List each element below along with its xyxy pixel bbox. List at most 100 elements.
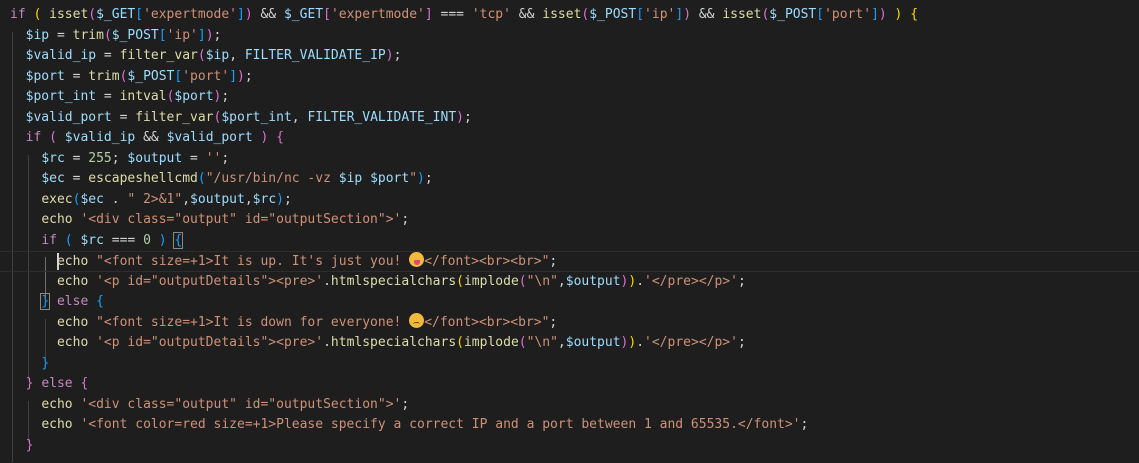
code-token: )	[276, 191, 284, 207]
code-token: {	[173, 231, 184, 249]
code-line[interactable]: echo '<div class="output" id="outputSect…	[0, 395, 1139, 416]
code-token: $output	[565, 335, 621, 350]
code-line[interactable]: if ( isset($_GET['expertmode']) && $_GET…	[0, 5, 1139, 26]
code-token: [	[158, 27, 167, 43]
code-token: ]	[197, 27, 206, 43]
code-line[interactable]: $rc = 255; $output = '';	[0, 149, 1139, 170]
code-token: echo	[56, 254, 89, 269]
code-line[interactable]: $ip = trim($_POST['ip']);	[0, 26, 1139, 47]
code-token: ===	[103, 232, 144, 248]
code-token: =	[96, 89, 120, 104]
code-token: .	[636, 335, 645, 350]
code-token: =	[64, 150, 89, 166]
code-token: if	[25, 130, 42, 145]
code-token: (	[456, 273, 464, 289]
code-token: =	[49, 27, 73, 43]
code-token: else	[41, 376, 73, 391]
code-line[interactable]: }	[0, 354, 1139, 375]
code-token: $rc	[41, 150, 65, 166]
code-line[interactable]: if ( $rc === 0 ) {	[0, 231, 1139, 252]
code-token: trim	[88, 68, 120, 84]
code-line[interactable]: echo "<font size=+1>It is down for every…	[0, 312, 1139, 334]
code-token: implode	[463, 335, 519, 350]
code-token: 255	[88, 150, 112, 166]
code-token: '<div class="output" id="outputSection">…	[80, 212, 402, 227]
tongue-face-emoji-icon	[409, 252, 425, 267]
code-token: </font><br><br>"	[424, 314, 550, 330]
code-token: ;	[737, 335, 746, 350]
code-token: .	[103, 191, 128, 207]
code-line[interactable]: } else {	[0, 292, 1139, 313]
code-token: ;	[393, 48, 402, 63]
code-line[interactable]: if ( $valid_ip && $valid_port ) {	[0, 128, 1139, 149]
code-line[interactable]: $ec = escapeshellcmd("/usr/bin/nc -vz $i…	[0, 169, 1139, 190]
code-token: echo	[41, 396, 73, 412]
code-token: 'expertmode'	[330, 7, 425, 22]
code-line[interactable]: $valid_port = filter_var($port_int, FILT…	[0, 108, 1139, 129]
code-token: $_GET	[96, 7, 136, 22]
code-token: $port	[174, 89, 214, 104]
code-line[interactable]: echo '<p id="outputDetails"><pre>'.htmls…	[0, 333, 1139, 354]
code-token: )	[158, 232, 167, 248]
code-line[interactable]: }	[0, 436, 1139, 457]
code-token: {	[96, 294, 104, 309]
code-token: $valid_port	[166, 130, 253, 145]
code-token: htmlspecialchars	[330, 335, 457, 350]
code-token: '</pre></p>'	[644, 273, 738, 289]
code-token: trim	[72, 27, 104, 43]
code-line[interactable]: } else {	[0, 374, 1139, 395]
code-token: '<p id="outputDetails"><pre>'	[96, 335, 324, 350]
code-token: ;	[221, 89, 230, 104]
code-token: ;	[401, 212, 410, 227]
code-token: $ec	[41, 171, 65, 186]
code-line[interactable]: echo '<div class="output" id="outputSect…	[0, 210, 1139, 231]
code-editor[interactable]: if ( isset($_GET['expertmode']) && $_GET…	[0, 0, 1139, 463]
code-token: $valid_ip	[64, 130, 136, 145]
code-token: )	[244, 7, 253, 22]
code-line[interactable]: $port_int = intval($port);	[0, 87, 1139, 108]
code-line[interactable]: echo "<font size=+1>It is up. It's just …	[0, 251, 1139, 272]
code-token: filter_var	[119, 48, 198, 63]
code-token: ]	[237, 7, 245, 22]
code-token: ;	[464, 109, 472, 125]
code-line[interactable]: echo '<p id="outputDetails"><pre>'.htmls…	[0, 272, 1139, 293]
sad-face-emoji-icon	[409, 312, 425, 328]
code-token: '<font color=red size=+1>Please specify …	[80, 417, 801, 432]
code-token: "/usr/bin/nc -vz	[205, 171, 339, 186]
code-token: ;	[424, 171, 433, 186]
code-line[interactable]: echo '<font color=red size=+1>Please spe…	[0, 415, 1139, 436]
code-token: ]	[424, 7, 433, 22]
code-line[interactable]: exec($ec . " 2>&1",$output,$rc);	[0, 190, 1139, 211]
code-token: echo	[41, 417, 73, 432]
code-token: )	[237, 68, 245, 84]
text-cursor	[57, 253, 60, 270]
code-token: isset	[49, 7, 89, 22]
code-token: "<font size=+1>It is down for everyone!	[96, 314, 410, 330]
code-token: [	[816, 7, 825, 22]
code-token: )	[456, 109, 464, 125]
code-token: isset	[542, 7, 582, 22]
code-token: ;	[244, 68, 253, 84]
code-token: .	[323, 273, 331, 289]
code-line[interactable]: $valid_ip = filter_var($ip, FILTER_VALID…	[0, 46, 1139, 67]
code-token: )	[205, 27, 214, 43]
code-token: '<p id="outputDetails"><pre>'	[96, 273, 324, 289]
code-token: ;	[549, 314, 558, 330]
code-token: if	[10, 7, 26, 22]
code-token: ,	[557, 273, 566, 289]
code-line[interactable]: $port = trim($_POST['port']);	[0, 67, 1139, 88]
code-token: ]	[675, 7, 684, 22]
